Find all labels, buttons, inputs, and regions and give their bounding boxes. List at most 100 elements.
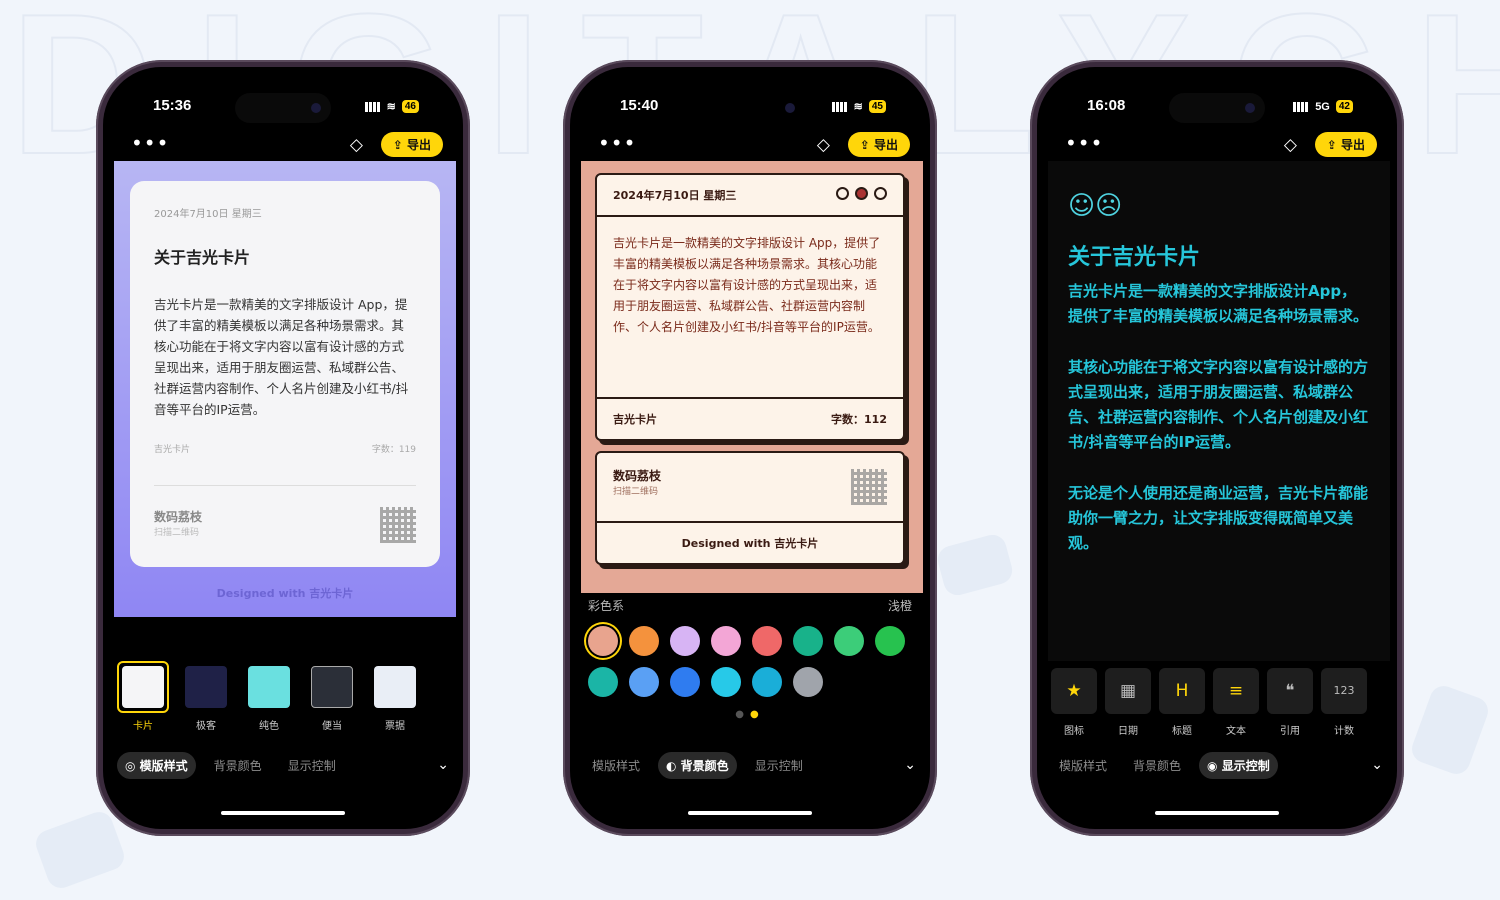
more-icon[interactable]: ••• [598, 131, 636, 155]
color-swatch[interactable] [711, 626, 741, 656]
word-count: 字数：112 [831, 413, 887, 426]
palette-title: 彩色系 [588, 599, 625, 613]
card-footer-brand: 吉光卡片 [154, 445, 191, 455]
eraser-icon[interactable]: ◇ [817, 135, 830, 155]
card-preview[interactable]: ☺☹ 关于吉光卡片 吉光卡片是一款精美的文字排版设计App，提供了丰富的精美模板… [1048, 161, 1390, 661]
color-swatch[interactable] [875, 626, 905, 656]
network-type: 5G [1315, 100, 1330, 113]
export-label: 导出 [873, 138, 898, 152]
card[interactable]: 2024年7月10日 星期三 关于吉光卡片 吉光卡片是一款精美的文字排版设计 A… [130, 181, 440, 567]
card-footer-brand: 吉光卡片 [613, 413, 657, 426]
tool-label: 图标 [1064, 726, 1084, 737]
card-footer: 吉光卡片 字数：112 [597, 397, 903, 439]
template-ticket[interactable]: 票据 [369, 661, 421, 739]
card-paragraph: 其核心功能在于将文字内容以富有设计感的方式呈现出来，适用于朋友圈运营、私域群公告… [1068, 358, 1369, 451]
color-swatch[interactable] [793, 667, 823, 697]
tool-title-toggle[interactable]: H 标题 [1159, 668, 1205, 737]
export-button[interactable]: ⇪ 导出 [847, 132, 910, 157]
template-picker: 卡片 极客 纯色 便当 票据 [117, 661, 463, 739]
card-date: 2024年7月10日 星期三 [154, 209, 262, 220]
chevron-down-icon[interactable]: ⌄ [437, 757, 449, 773]
chevron-down-icon[interactable]: ⌄ [904, 757, 916, 773]
template-card[interactable]: 卡片 [117, 661, 169, 739]
tab-template-style[interactable]: 模版样式 [1051, 752, 1115, 779]
tool-date-toggle[interactable]: ▦ 日期 [1105, 668, 1151, 737]
color-swatch[interactable] [629, 667, 659, 697]
color-swatch[interactable] [834, 626, 864, 656]
color-swatch[interactable] [711, 667, 741, 697]
tab-label: 背景颜色 [680, 758, 729, 773]
tool-icon-toggle[interactable]: ★ 图标 [1051, 668, 1097, 737]
tab-template-style[interactable]: 模版样式 [584, 752, 648, 779]
template-label: 便当 [322, 721, 342, 732]
tab-display-control[interactable]: ◉ 显示控制 [1199, 751, 1278, 779]
template-label: 极客 [196, 721, 216, 732]
color-swatch[interactable] [752, 626, 782, 656]
tab-display-control[interactable]: 显示控制 [280, 752, 344, 779]
status-icons: ≋ 45 [831, 100, 886, 113]
eraser-icon[interactable]: ◇ [1284, 135, 1297, 155]
template-geek[interactable]: 极客 [180, 661, 232, 739]
wifi-icon: ≋ [386, 101, 396, 113]
card-title: 关于吉光卡片 [1068, 245, 1201, 270]
tab-background-color[interactable]: ◐ 背景颜色 [658, 751, 737, 779]
export-button[interactable]: ⇪ 导出 [1314, 132, 1377, 157]
bottom-tabs: 模版样式 ◐ 背景颜色 显示控制 ⌄ [584, 751, 916, 779]
home-indicator [221, 811, 345, 815]
counter-icon: 123 [1321, 668, 1367, 714]
tool-count-toggle[interactable]: 123 计数 [1321, 668, 1367, 737]
author-name: 数码荔枝 [613, 469, 662, 483]
tab-label: 模版样式 [139, 758, 188, 773]
status-bar: 15:36 ≋ 46 [103, 91, 463, 123]
color-swatch[interactable] [670, 667, 700, 697]
color-swatch[interactable] [670, 626, 700, 656]
top-toolbar: ••• ◇ ⇪ 导出 [103, 129, 463, 163]
chevron-down-icon[interactable]: ⌄ [1371, 757, 1383, 773]
more-icon[interactable]: ••• [1065, 131, 1103, 155]
battery-icon: 45 [868, 100, 886, 113]
author-card[interactable]: 数码荔枝 扫描二维码 Designed with 吉光卡片 [595, 451, 905, 565]
bottom-tabs: ◎ 模版样式 背景颜色 显示控制 ⌄ [117, 751, 449, 779]
template-thumbnail [117, 661, 169, 713]
color-swatch[interactable] [588, 667, 618, 697]
template-label: 卡片 [133, 721, 153, 732]
card[interactable]: 2024年7月10日 星期三 吉光卡片是一款精美的文字排版设计 App，提供了丰… [595, 173, 905, 441]
top-toolbar: ••• ◇ ⇪ 导出 [570, 129, 930, 163]
background-decoration [32, 808, 128, 892]
tool-quote-toggle[interactable]: ❝ 引用 [1267, 668, 1313, 737]
tool-label: 文本 [1226, 726, 1246, 737]
more-icon[interactable]: ••• [131, 131, 169, 155]
scan-hint: 扫描二维码 [613, 487, 659, 497]
tab-background-color[interactable]: 背景颜色 [1125, 752, 1189, 779]
heading-icon: H [1159, 668, 1205, 714]
card-preview: 2024年7月10日 星期三 关于吉光卡片 吉光卡片是一款精美的文字排版设计 A… [114, 161, 456, 617]
export-label: 导出 [406, 138, 431, 152]
dynamic-island [695, 93, 805, 127]
home-indicator [688, 811, 812, 815]
theater-mask-icon: ☺☹ [1068, 191, 1123, 221]
color-swatch[interactable] [629, 626, 659, 656]
tool-label: 日期 [1118, 726, 1138, 737]
status-bar: 15:40 ≋ 45 [570, 91, 930, 127]
status-icons: ≋ 46 [364, 100, 419, 113]
author-block: 数码荔枝 扫描二维码 [597, 453, 903, 523]
home-indicator [1155, 811, 1279, 815]
battery-icon: 46 [401, 100, 419, 113]
export-button[interactable]: ⇪ 导出 [380, 132, 443, 157]
template-thumbnail [306, 661, 358, 713]
tool-label: 计数 [1334, 726, 1354, 737]
export-label: 导出 [1340, 138, 1365, 152]
tool-text-toggle[interactable]: ≡ 文本 [1213, 668, 1259, 737]
eraser-icon[interactable]: ◇ [350, 135, 363, 155]
wifi-icon: ≋ [853, 101, 863, 113]
template-solid[interactable]: 纯色 [243, 661, 295, 739]
tab-display-control[interactable]: 显示控制 [747, 752, 811, 779]
tab-background-color[interactable]: 背景颜色 [206, 752, 270, 779]
card-header: 2024年7月10日 星期三 [597, 175, 903, 217]
color-swatch[interactable] [752, 667, 782, 697]
color-swatch[interactable] [793, 626, 823, 656]
color-swatch[interactable] [588, 626, 618, 656]
background-decoration [934, 531, 1016, 599]
template-bento[interactable]: 便当 [306, 661, 358, 739]
tab-template-style[interactable]: ◎ 模版样式 [117, 751, 196, 779]
